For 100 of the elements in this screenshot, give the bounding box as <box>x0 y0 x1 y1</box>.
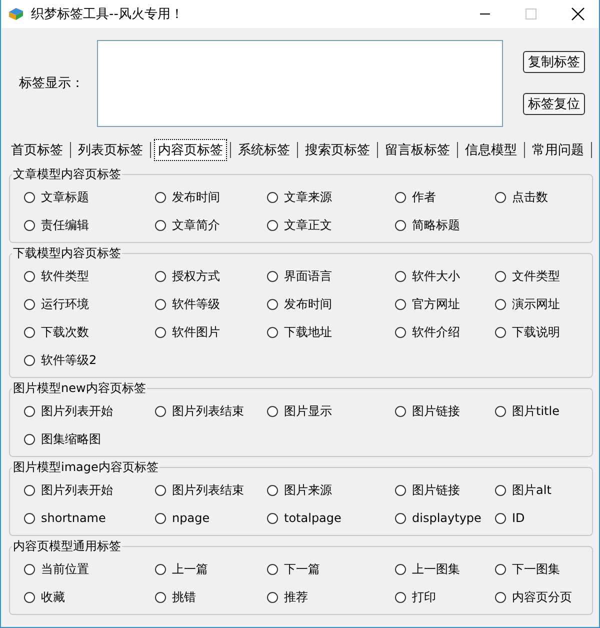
radio-label[interactable]: 软件类型 <box>41 268 89 284</box>
radio-button[interactable] <box>155 564 166 574</box>
radio-button[interactable] <box>395 298 406 310</box>
radio-label[interactable]: 当前位置 <box>41 560 89 578</box>
radio-label[interactable]: 授权方式 <box>172 268 220 284</box>
radio-button[interactable] <box>495 326 506 338</box>
reset-button[interactable]: 标签复位 <box>523 93 585 115</box>
radio-button[interactable] <box>24 592 35 602</box>
radio-button[interactable] <box>155 326 166 338</box>
radio-label[interactable]: 图片链接 <box>412 482 460 498</box>
tab[interactable]: 系统标签 <box>234 139 294 161</box>
radio-label[interactable]: displaytype <box>412 511 482 525</box>
tag-display-field[interactable] <box>97 40 503 126</box>
radio-button[interactable] <box>395 326 406 338</box>
radio-label[interactable]: 文件类型 <box>512 268 560 284</box>
radio-button[interactable] <box>495 192 506 202</box>
radio-button[interactable] <box>267 406 278 416</box>
radio-label[interactable]: 图片列表开始 <box>41 402 113 420</box>
radio-button[interactable] <box>24 564 35 574</box>
radio-label[interactable]: 图片title <box>512 402 560 420</box>
radio-button[interactable] <box>267 220 278 230</box>
radio-button[interactable] <box>395 192 406 202</box>
radio-label[interactable]: 界面语言 <box>284 268 332 284</box>
radio-button[interactable] <box>24 270 35 282</box>
radio-button[interactable] <box>267 298 278 310</box>
radio-label[interactable]: 图片列表结束 <box>172 482 244 498</box>
tab[interactable]: 常用问题 <box>528 139 588 161</box>
radio-label[interactable]: 运行环境 <box>41 296 89 312</box>
radio-label[interactable]: 文章简介 <box>172 216 220 234</box>
radio-button[interactable] <box>24 512 35 524</box>
radio-button[interactable] <box>395 512 406 524</box>
radio-label[interactable]: 软件大小 <box>412 268 460 284</box>
radio-label[interactable]: 下载次数 <box>41 324 89 340</box>
radio-button[interactable] <box>267 564 278 574</box>
radio-label[interactable]: 文章来源 <box>284 188 332 206</box>
close-icon[interactable] <box>571 7 585 21</box>
radio-label[interactable]: 图片alt <box>512 482 552 498</box>
radio-button[interactable] <box>495 298 506 310</box>
radio-label[interactable]: 官方网址 <box>412 296 460 312</box>
radio-label[interactable]: shortname <box>41 511 106 525</box>
radio-button[interactable] <box>495 512 506 524</box>
radio-button[interactable] <box>155 484 166 496</box>
radio-button[interactable] <box>24 406 35 416</box>
radio-button[interactable] <box>267 592 278 602</box>
radio-label[interactable]: ID <box>512 511 525 525</box>
radio-button[interactable] <box>395 406 406 416</box>
radio-button[interactable] <box>155 406 166 416</box>
radio-button[interactable] <box>267 192 278 202</box>
radio-label[interactable]: 发布时间 <box>284 296 332 312</box>
radio-button[interactable] <box>24 220 35 230</box>
radio-button[interactable] <box>495 484 506 496</box>
radio-label[interactable]: 推荐 <box>284 588 308 606</box>
radio-button[interactable] <box>267 326 278 338</box>
radio-button[interactable] <box>155 220 166 230</box>
radio-label[interactable]: 图片来源 <box>284 482 332 498</box>
radio-label[interactable]: 下一图集 <box>512 560 560 578</box>
radio-label[interactable]: 挑错 <box>172 588 196 606</box>
radio-label[interactable]: 内容页分页 <box>512 588 572 606</box>
radio-label[interactable]: 图片列表结束 <box>172 402 244 420</box>
radio-button[interactable] <box>395 592 406 602</box>
radio-label[interactable]: 打印 <box>412 588 436 606</box>
radio-label[interactable]: 图片列表开始 <box>41 482 113 498</box>
radio-button[interactable] <box>495 592 506 602</box>
radio-button[interactable] <box>155 270 166 282</box>
radio-label[interactable]: 收藏 <box>41 588 65 606</box>
radio-button[interactable] <box>24 354 35 366</box>
radio-button[interactable] <box>24 326 35 338</box>
radio-label[interactable]: 图集缩略图 <box>41 430 101 448</box>
radio-button[interactable] <box>155 592 166 602</box>
tab[interactable]: 内容页标签 <box>154 139 227 161</box>
radio-button[interactable] <box>395 220 406 230</box>
copy-button[interactable]: 复制标签 <box>523 51 585 73</box>
radio-button[interactable] <box>267 512 278 524</box>
radio-button[interactable] <box>267 270 278 282</box>
radio-label[interactable]: 文章标题 <box>41 188 89 206</box>
radio-button[interactable] <box>155 512 166 524</box>
radio-button[interactable] <box>155 298 166 310</box>
radio-label[interactable]: 下载说明 <box>512 324 560 340</box>
radio-button[interactable] <box>155 192 166 202</box>
tab[interactable]: 搜索页标签 <box>301 139 374 161</box>
radio-label[interactable]: 图片显示 <box>284 402 332 420</box>
tab[interactable]: 信息模型 <box>461 139 521 161</box>
radio-button[interactable] <box>395 270 406 282</box>
radio-label[interactable]: 发布时间 <box>172 188 220 206</box>
radio-label[interactable]: 软件等级2 <box>41 352 97 368</box>
radio-button[interactable] <box>495 564 506 574</box>
radio-label[interactable]: 软件图片 <box>172 324 220 340</box>
tab[interactable]: 首页标签 <box>7 139 67 161</box>
radio-label[interactable]: 简略标题 <box>412 216 460 234</box>
radio-button[interactable] <box>395 564 406 574</box>
radio-label[interactable]: 演示网址 <box>512 296 560 312</box>
radio-label[interactable]: 软件等级 <box>172 296 220 312</box>
radio-label[interactable]: 图片链接 <box>412 402 460 420</box>
radio-button[interactable] <box>495 406 506 416</box>
radio-button[interactable] <box>267 484 278 496</box>
radio-label[interactable]: npage <box>172 511 210 525</box>
radio-button[interactable] <box>24 298 35 310</box>
radio-label[interactable]: 下一篇 <box>284 560 320 578</box>
radio-label[interactable]: 下载地址 <box>284 324 332 340</box>
radio-label[interactable]: 点击数 <box>512 188 548 206</box>
